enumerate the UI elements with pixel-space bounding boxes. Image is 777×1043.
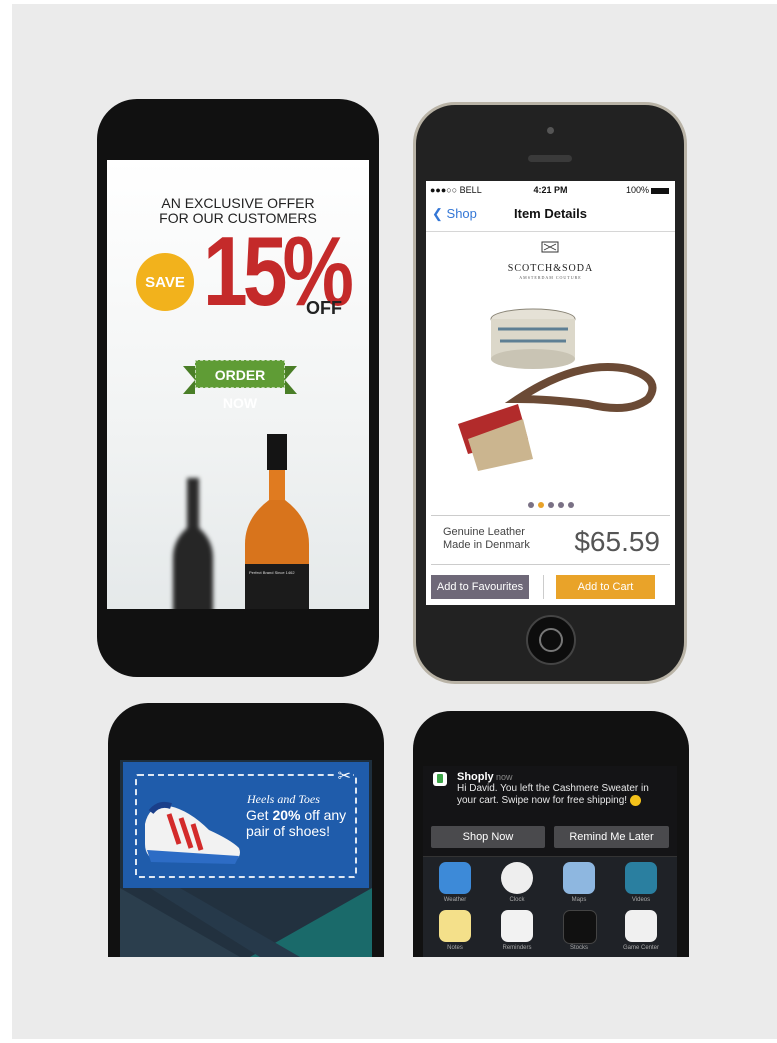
save-badge: SAVE bbox=[136, 253, 194, 311]
material-background-shapes bbox=[120, 888, 372, 957]
smiley-emoji-icon bbox=[629, 795, 641, 806]
off-label: OFF bbox=[306, 298, 342, 318]
carousel-dot[interactable] bbox=[567, 502, 574, 508]
videos-app-icon[interactable] bbox=[625, 862, 657, 894]
lockscreen: Weather Clock Maps Videos Notes Reminder… bbox=[423, 766, 677, 957]
battery-indicator: 100% bbox=[626, 185, 669, 195]
game-center-app-icon[interactable] bbox=[625, 910, 657, 942]
page-title: Item Details bbox=[514, 206, 587, 221]
app-label-videos: Videos bbox=[631, 897, 651, 903]
coupon-text-prefix: Get bbox=[246, 807, 273, 823]
app-label-game-center: Game Center bbox=[622, 945, 659, 951]
phone-offer: AN EXCLUSIVE OFFER FOR OUR CUSTOMERS SAV… bbox=[97, 99, 379, 677]
phone-item-details: ●●●○○ BELL 4:21 PM 100% ❮ Shop Item Deta… bbox=[413, 102, 687, 684]
home-button-square-icon bbox=[539, 628, 563, 652]
scissors-icon: ✂ bbox=[335, 766, 353, 786]
navigation-bar: ❮ Shop Item Details bbox=[426, 197, 675, 232]
notification-time: now bbox=[496, 772, 513, 782]
item-details-screen: ●●●○○ BELL 4:21 PM 100% ❮ Shop Item Deta… bbox=[426, 181, 675, 605]
coupon-discount: 20% bbox=[272, 807, 301, 823]
ribbon-tail-left bbox=[183, 366, 195, 394]
description-line1: Genuine Leather bbox=[443, 526, 525, 538]
app-label-stocks: Stocks bbox=[569, 945, 588, 951]
battery-icon bbox=[651, 187, 669, 194]
product-price: $65.59 bbox=[574, 526, 660, 557]
notification-app-name: Shoply bbox=[457, 771, 494, 783]
liquor-bottle-image bbox=[245, 434, 309, 609]
carousel-dot-active[interactable] bbox=[537, 502, 544, 508]
front-camera bbox=[547, 127, 554, 134]
blurred-bottle-image bbox=[173, 478, 213, 609]
app-label-maps: Maps bbox=[571, 897, 587, 903]
coupon-store-name: Heels and Toes bbox=[247, 792, 320, 806]
battery-percent: 100% bbox=[625, 185, 649, 195]
home-screen-apps: Weather Clock Maps Videos Notes Reminder… bbox=[423, 856, 677, 957]
remind-me-later-button[interactable]: Remind Me Later bbox=[554, 826, 669, 848]
add-to-favourites-button[interactable]: Add to Favourites bbox=[431, 575, 529, 599]
app-label-reminders: Reminders bbox=[502, 945, 532, 951]
status-bar: ●●●○○ BELL 4:21 PM 100% bbox=[426, 181, 675, 197]
product-description: Genuine Leather Made in Denmark bbox=[443, 526, 530, 552]
app-label-clock: Clock bbox=[509, 897, 525, 903]
order-now-label: ORDER NOW bbox=[195, 360, 285, 411]
coupon-card[interactable]: ✂ Heels and Toes Get 20% off any pair of… bbox=[123, 762, 369, 888]
carousel-dots[interactable] bbox=[426, 495, 675, 513]
offer-title-line1: AN EXCLUSIVE OFFER bbox=[161, 195, 315, 211]
stocks-app-icon[interactable] bbox=[563, 910, 597, 944]
reminders-app-icon[interactable] bbox=[501, 910, 533, 942]
push-notification[interactable]: Shoply now Hi David. You left the Cashme… bbox=[423, 766, 677, 857]
brand-crest-icon bbox=[541, 241, 559, 253]
phone-coupon: ✂ Heels and Toes Get 20% off any pair of… bbox=[108, 703, 384, 957]
home-button[interactable] bbox=[526, 615, 576, 665]
notification-message-text: Hi David. You left the Cashmere Sweater … bbox=[457, 783, 649, 807]
sneaker-image bbox=[145, 801, 240, 864]
coupon-offer-text: Get 20% off any pair of shoes! bbox=[246, 807, 358, 839]
speaker-grille bbox=[528, 155, 572, 162]
product-image[interactable] bbox=[438, 299, 668, 479]
carousel-dot[interactable] bbox=[547, 502, 554, 508]
bottle-label: Perfect Brand Since 1462 bbox=[249, 570, 295, 575]
shop-now-button[interactable]: Shop Now bbox=[431, 826, 545, 848]
clock-app-icon[interactable] bbox=[501, 862, 533, 894]
button-divider bbox=[543, 575, 544, 599]
phone-notification: Weather Clock Maps Videos Notes Reminder… bbox=[413, 711, 689, 957]
shoply-app-icon bbox=[433, 772, 447, 786]
ribbon-tail-right bbox=[285, 366, 297, 394]
offer-screen: AN EXCLUSIVE OFFER FOR OUR CUSTOMERS SAV… bbox=[107, 160, 369, 609]
app-label-notes: Notes bbox=[447, 945, 463, 951]
notes-app-icon[interactable] bbox=[439, 910, 471, 942]
carousel-dot[interactable] bbox=[557, 502, 564, 508]
add-to-cart-button[interactable]: Add to Cart bbox=[556, 575, 655, 599]
carousel-dot[interactable] bbox=[527, 502, 534, 508]
notification-message: Hi David. You left the Cashmere Sweater … bbox=[457, 783, 667, 807]
coupon-screen: ✂ Heels and Toes Get 20% off any pair of… bbox=[120, 760, 372, 957]
brand-name: SCOTCH&SODA bbox=[507, 263, 594, 274]
weather-app-icon[interactable] bbox=[439, 862, 471, 894]
app-label-weather: Weather bbox=[443, 897, 467, 903]
order-now-button[interactable]: ORDER NOW bbox=[183, 360, 297, 411]
brand-subtitle: AMSTERDAM COUTURE bbox=[519, 275, 582, 280]
description-line2: Made in Denmark bbox=[443, 539, 530, 551]
price-row: Genuine Leather Made in Denmark $65.59 bbox=[431, 515, 670, 565]
maps-app-icon[interactable] bbox=[563, 862, 595, 894]
